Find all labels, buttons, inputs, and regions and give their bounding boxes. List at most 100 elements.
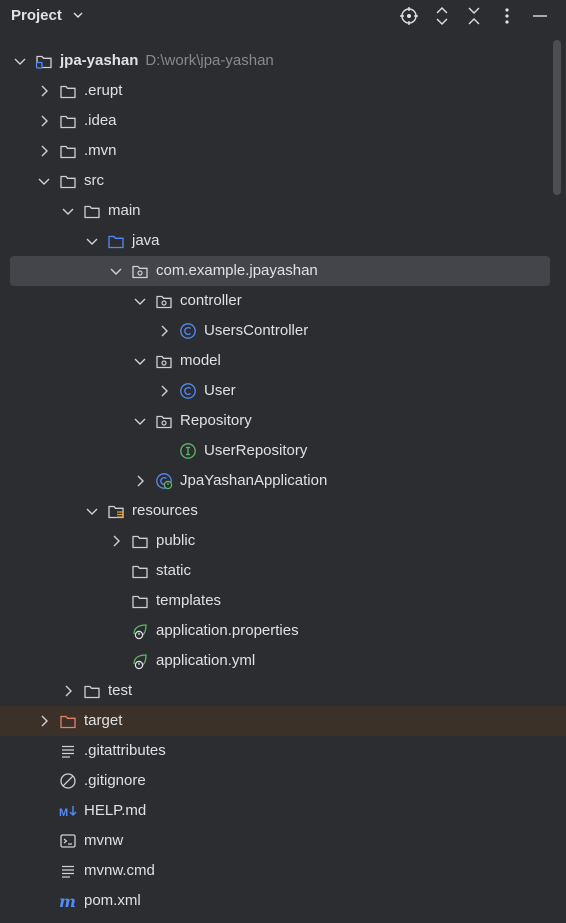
tree-item-label: UsersController — [204, 322, 309, 339]
tree-item-label: jpa-yashan D:\work\jpa-yashan — [60, 52, 274, 69]
excluded-folder-icon — [59, 712, 77, 730]
tree-item-label: model — [180, 352, 221, 369]
maven-file-icon: m — [59, 892, 77, 911]
tree-item-idea[interactable]: .idea — [0, 106, 566, 136]
tree-item-controller[interactable]: controller — [0, 286, 566, 316]
tree-item-label: java — [132, 232, 160, 249]
tree-item-label: User — [204, 382, 236, 399]
spring-class-icon — [155, 472, 173, 490]
chevron-right-icon[interactable] — [157, 384, 171, 398]
chevron-down-icon[interactable] — [61, 204, 75, 218]
tree-item-label: public — [156, 532, 196, 549]
more-options-icon[interactable] — [496, 5, 518, 27]
tree-item-label: static — [156, 562, 192, 579]
source-folder-icon — [107, 232, 125, 250]
class-icon — [179, 322, 197, 340]
project-tree: jpa-yashan D:\work\jpa-yashan .erupt .idea.… — [0, 46, 566, 916]
class-icon — [179, 382, 197, 400]
tree-item-label: mvnw.cmd — [84, 862, 155, 879]
folder-icon — [131, 532, 149, 550]
module-folder-icon — [35, 52, 53, 70]
folder-icon — [59, 142, 77, 160]
tree-item-label: resources — [132, 502, 198, 519]
text-file-icon — [59, 862, 77, 880]
tree-item-label: templates — [156, 592, 222, 609]
collapse-all-icon[interactable] — [463, 5, 485, 27]
tree-item-user[interactable]: User — [0, 376, 566, 406]
chevron-down-icon[interactable] — [85, 234, 99, 248]
folder-icon — [131, 562, 149, 580]
tree-item-label: .idea — [84, 112, 117, 129]
tree-item-test[interactable]: test — [0, 676, 566, 706]
tree-item-label: controller — [180, 292, 242, 309]
folder-icon — [59, 112, 77, 130]
folder-icon — [59, 172, 77, 190]
tree-item-templates[interactable]: templates — [0, 586, 566, 616]
tree-item-label: Repository — [180, 412, 252, 429]
chevron-right-icon[interactable] — [157, 324, 171, 338]
chevron-down-icon[interactable] — [13, 54, 27, 68]
text-file-icon — [59, 742, 77, 760]
tree-item-jpayashanapplication[interactable]: JpaYashanApplication — [0, 466, 566, 496]
tree-item-gitattributes[interactable]: .gitattributes — [0, 736, 566, 766]
tree-item-erupt[interactable]: .erupt — [0, 76, 566, 106]
chevron-down-icon[interactable] — [133, 414, 147, 428]
chevron-right-icon[interactable] — [37, 114, 51, 128]
tree-item-src[interactable]: src — [0, 166, 566, 196]
chevron-right-icon[interactable] — [37, 84, 51, 98]
tree-item-mvnw[interactable]: mvnw — [0, 826, 566, 856]
tree-item-com-example-jpayashan[interactable]: com.example.jpayashan — [0, 256, 566, 286]
tree-item-pom-xml[interactable]: m pom.xml — [0, 886, 566, 916]
tree-item-main[interactable]: main — [0, 196, 566, 226]
chevron-down-icon[interactable] — [133, 294, 147, 308]
tree-item-mvnw-cmd[interactable]: mvnw.cmd — [0, 856, 566, 886]
tree-item-public[interactable]: public — [0, 526, 566, 556]
tree-item-userrepository[interactable]: UserRepository — [0, 436, 566, 466]
package-icon — [155, 352, 173, 370]
folder-icon — [83, 202, 101, 220]
folder-icon — [59, 82, 77, 100]
chevron-right-icon[interactable] — [109, 534, 123, 548]
tree-item-help-md[interactable]: M HELP.md — [0, 796, 566, 826]
expand-all-icon[interactable] — [431, 5, 453, 27]
view-selector-chevron-down-icon[interactable] — [71, 8, 85, 26]
tree-item-resources[interactable]: resources — [0, 496, 566, 526]
chevron-right-icon[interactable] — [133, 474, 147, 488]
tree-item-label: application.properties — [156, 622, 299, 639]
tree-item-jpa-yashan[interactable]: jpa-yashan D:\work\jpa-yashan — [0, 46, 566, 76]
project-title[interactable]: Project — [11, 7, 62, 24]
tree-item-mvn[interactable]: .mvn — [0, 136, 566, 166]
tree-item-repository[interactable]: Repository — [0, 406, 566, 436]
chevron-down-icon[interactable] — [37, 174, 51, 188]
tree-item-label: JpaYashanApplication — [180, 472, 328, 489]
locate-icon[interactable] — [398, 5, 420, 27]
tree-item-label: HELP.md — [84, 802, 147, 819]
chevron-down-icon[interactable] — [85, 504, 99, 518]
chevron-down-icon[interactable] — [133, 354, 147, 368]
tree-item-gitignore[interactable]: .gitignore — [0, 766, 566, 796]
tree-item-userscontroller[interactable]: UsersController — [0, 316, 566, 346]
folder-icon — [83, 682, 101, 700]
chevron-right-icon[interactable] — [61, 684, 75, 698]
chevron-right-icon[interactable] — [37, 144, 51, 158]
tree-item-label: pom.xml — [84, 892, 141, 909]
tree-item-target[interactable]: target — [0, 706, 566, 736]
minimize-icon[interactable] — [529, 5, 551, 27]
tree-item-label: .gitignore — [84, 772, 146, 789]
folder-icon — [131, 592, 149, 610]
chevron-right-icon[interactable] — [37, 714, 51, 728]
tree-item-label: com.example.jpayashan — [156, 262, 318, 279]
tree-item-label: .mvn — [84, 142, 117, 159]
tree-item-java[interactable]: java — [0, 226, 566, 256]
tree-item-label: target — [84, 712, 123, 729]
chevron-down-icon[interactable] — [109, 264, 123, 278]
tree-item-application-properties[interactable]: application.properties — [0, 616, 566, 646]
tree-item-application-yml[interactable]: application.yml — [0, 646, 566, 676]
package-icon — [131, 262, 149, 280]
project-tool-window-header: Project — [0, 0, 566, 32]
svg-text:M: M — [59, 807, 68, 819]
tree-item-model[interactable]: model — [0, 346, 566, 376]
tree-item-label: test — [108, 682, 133, 699]
tree-item-static[interactable]: static — [0, 556, 566, 586]
package-icon — [155, 412, 173, 430]
